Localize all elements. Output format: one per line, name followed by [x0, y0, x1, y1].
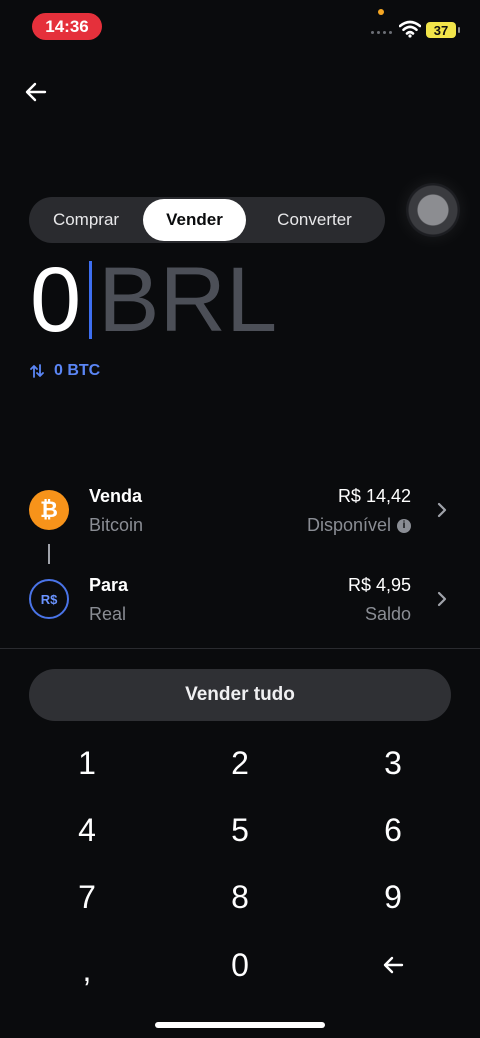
to-row-amount: R$ 4,95	[347, 575, 411, 595]
key-decimal-comma[interactable]: ,	[27, 942, 147, 998]
info-icon[interactable]: i	[397, 518, 411, 533]
key-9[interactable]: 9	[333, 869, 453, 925]
sell-row-meta: Disponível i	[307, 515, 411, 536]
tab-converter[interactable]: Converter	[246, 199, 383, 241]
row-connector-line	[48, 544, 50, 564]
back-button[interactable]	[22, 78, 50, 106]
key-5[interactable]: 5	[180, 802, 300, 858]
key-4[interactable]: 4	[27, 802, 147, 858]
to-row-asset: Real	[89, 604, 127, 624]
key-7[interactable]: 7	[27, 869, 147, 925]
sell-row-asset: Bitcoin	[89, 515, 144, 535]
amount-display: 0 BRL	[30, 252, 277, 348]
amount-currency: BRL	[98, 249, 278, 351]
privacy-indicator-dot	[378, 9, 384, 15]
home-indicator[interactable]	[155, 1022, 325, 1028]
key-1[interactable]: 1	[27, 735, 147, 791]
sell-row-title: Venda	[89, 486, 143, 506]
sell-row-amount: R$ 14,42	[337, 486, 411, 506]
chevron-right-icon	[437, 591, 447, 607]
status-time: 14:36	[32, 13, 102, 40]
bitcoin-icon: ₿	[29, 490, 69, 530]
sell-asset-row[interactable]: ₿ Venda Bitcoin R$ 14,42 Disponível i	[29, 482, 451, 542]
swap-arrows-icon	[30, 364, 44, 378]
available-label: Disponível	[306, 515, 391, 535]
chevron-right-icon	[437, 502, 447, 518]
balance-label: Saldo	[364, 604, 411, 624]
receive-asset-row[interactable]: R$ Para Real R$ 4,95 Saldo	[29, 571, 451, 631]
backspace-arrow-icon	[383, 956, 404, 974]
battery-icon: 37	[426, 22, 460, 38]
sell-screen: 14:36 37 Comprar Vender Converter 0 BRL …	[0, 0, 480, 1038]
backspace-button[interactable]	[333, 937, 453, 993]
converted-amount: 0 BTC	[54, 362, 101, 379]
converted-amount-toggle[interactable]: 0 BTC	[30, 362, 100, 380]
amount-value: 0	[30, 249, 82, 351]
text-cursor	[89, 261, 93, 339]
key-3[interactable]: 3	[333, 735, 453, 791]
to-row-meta: Saldo	[365, 604, 411, 625]
wifi-icon	[399, 20, 421, 38]
tab-vender[interactable]: Vender	[143, 199, 246, 241]
floating-assistive-button[interactable]	[406, 183, 460, 237]
divider	[0, 648, 480, 649]
tab-comprar[interactable]: Comprar	[29, 199, 143, 241]
signal-dots-icon	[371, 31, 392, 34]
key-0[interactable]: 0	[180, 937, 300, 993]
key-8[interactable]: 8	[180, 869, 300, 925]
real-currency-icon: R$	[29, 579, 69, 619]
to-row-title: Para	[89, 575, 129, 595]
arrow-left-icon	[25, 82, 47, 102]
sell-all-button[interactable]: Vender tudo	[29, 669, 451, 721]
key-6[interactable]: 6	[333, 802, 453, 858]
trade-mode-segment: Comprar Vender Converter	[29, 197, 385, 243]
key-2[interactable]: 2	[180, 735, 300, 791]
